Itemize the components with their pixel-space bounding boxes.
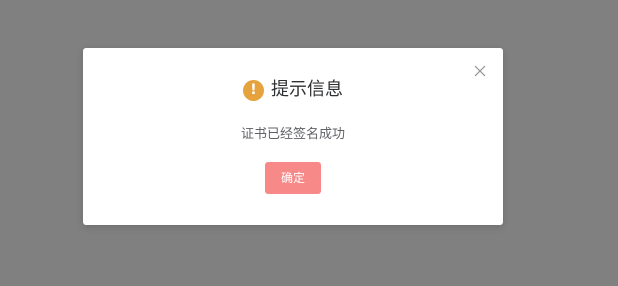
dialog-header: ! 提示信息 [83,78,503,102]
close-icon [474,65,486,77]
warning-icon: ! [243,79,264,101]
confirm-button[interactable]: 确定 [265,162,321,194]
dialog-message: 证书已经签名成功 [240,127,345,142]
dialog-title: 提示信息 [271,79,343,100]
message-dialog: ! 提示信息 证书已经签名成功 确定 [83,48,503,225]
close-button[interactable] [474,65,486,77]
